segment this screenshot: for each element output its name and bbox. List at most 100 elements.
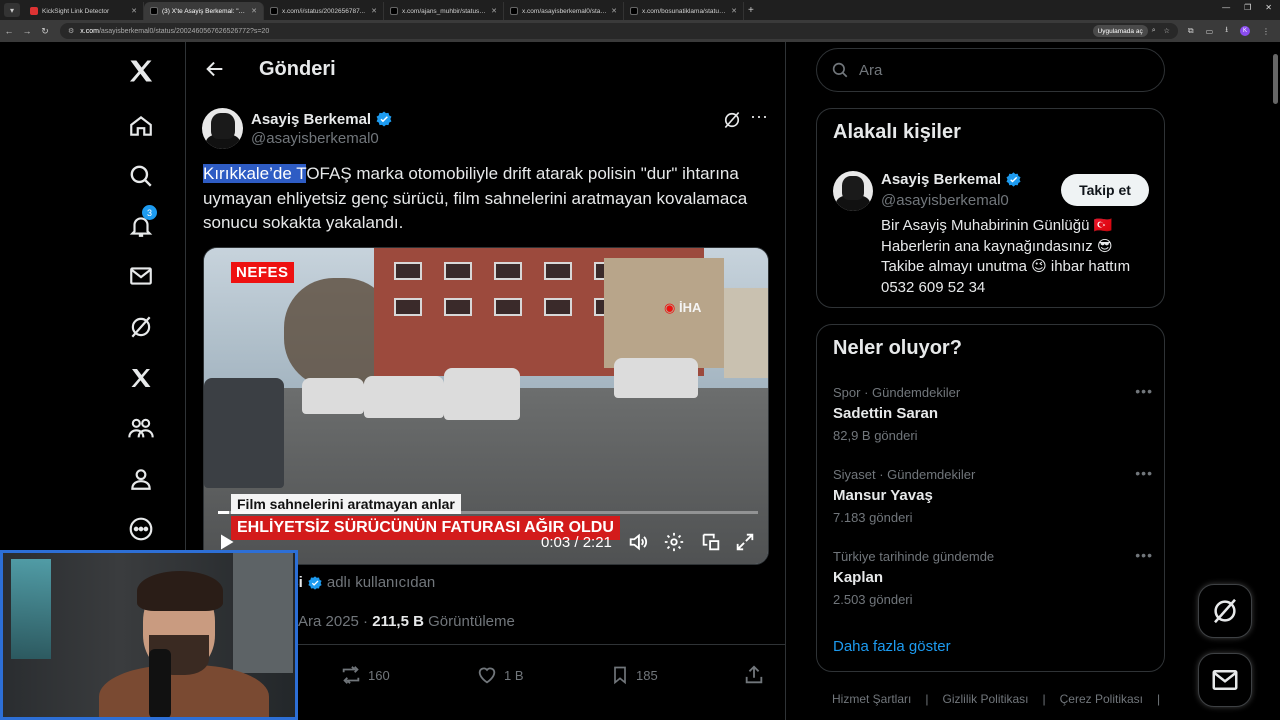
reload-icon[interactable]: ↻: [36, 26, 54, 37]
video-progress-fill: [218, 511, 229, 514]
trend-item[interactable]: Siyaset · Gündemdekiler Mansur Yavaş 7.1…: [833, 465, 1153, 525]
related-handle[interactable]: @asayisberkemal0: [881, 192, 1009, 209]
x-logo-icon[interactable]: [126, 56, 156, 86]
close-window-icon[interactable]: ✕: [1265, 3, 1272, 12]
search-input[interactable]: [859, 61, 1139, 79]
communities-icon[interactable]: [126, 413, 156, 443]
webcam-overlay: [0, 550, 298, 720]
open-in-app-button[interactable]: Uygulamada aç: [1092, 25, 1148, 37]
minimize-icon[interactable]: —: [1222, 3, 1230, 12]
like-button[interactable]: 1 B: [476, 664, 524, 686]
notifications-bell-icon[interactable]: 3: [126, 205, 157, 241]
address-bar[interactable]: ⚙ x.com /asayisberkemal0/status/20024605…: [60, 23, 1178, 39]
zoom-icon[interactable]: ⌕: [1152, 27, 1156, 35]
close-tab-icon[interactable]: ✕: [491, 7, 497, 15]
profile-avatar[interactable]: K: [1240, 26, 1250, 36]
search-bar[interactable]: [816, 48, 1165, 92]
grok-explain-icon[interactable]: [722, 110, 742, 135]
page-title: Gönderi: [259, 58, 336, 80]
tab-search-menu-icon[interactable]: ▾: [4, 3, 20, 17]
fullscreen-icon[interactable]: [734, 531, 756, 558]
bookmark-button[interactable]: 185: [610, 664, 658, 686]
browser-tab-1[interactable]: KickSight Link Detector ✕: [24, 2, 144, 20]
repost-button[interactable]: 160: [340, 664, 390, 686]
new-tab-icon[interactable]: +: [748, 5, 754, 16]
video-frame-car: [444, 368, 520, 420]
trend-more-icon[interactable]: •••: [1135, 383, 1153, 399]
messages-mail-icon[interactable]: [126, 261, 156, 291]
maximize-icon[interactable]: ❐: [1244, 3, 1251, 12]
related-bio: Bir Asayiş Muhabirinin Günlüğü 🇹🇷 Haberl…: [881, 216, 1151, 298]
quoted-source: esi adlı kullanıcıdan: [282, 574, 435, 591]
video-frame-car: [302, 378, 364, 414]
back-arrow-icon[interactable]: [204, 58, 226, 85]
follow-button[interactable]: Takip et: [1061, 174, 1149, 206]
messages-floating-button[interactable]: [1198, 653, 1252, 707]
forward-nav-icon[interactable]: →: [18, 26, 36, 36]
explore-search-icon[interactable]: [126, 161, 156, 191]
trends-card: Neler oluyor? Spor · Gündemdekiler Sadet…: [816, 324, 1165, 672]
footer-cookie-link[interactable]: Çerez Politikası: [1060, 692, 1143, 706]
share-icon: [745, 665, 763, 684]
tab-title: x.com/asayisberkemal0/status/...: [522, 7, 608, 15]
browser-tab-3[interactable]: x.com/i/status/2002656787... ✕: [264, 2, 384, 20]
video-progress-bar[interactable]: [218, 511, 758, 514]
browser-tab-5[interactable]: x.com/asayisberkemal0/status/... ✕: [504, 2, 624, 20]
grok-floating-button[interactable]: [1198, 584, 1252, 638]
verified-badge-icon: [1006, 172, 1021, 187]
trend-more-icon[interactable]: •••: [1135, 547, 1153, 563]
trend-item[interactable]: Türkiye tarihinde gündemde Kaplan 2.503 …: [833, 547, 1153, 607]
close-tab-icon[interactable]: ✕: [731, 7, 737, 15]
video-player[interactable]: NEFES ◉ İHA Film sahnelerini aratmayan a…: [203, 247, 769, 565]
site-info-icon[interactable]: ⚙: [68, 27, 74, 35]
close-tab-icon[interactable]: ✕: [371, 7, 377, 15]
video-frame-building: [724, 288, 768, 378]
page-scrollbar[interactable]: [1272, 46, 1279, 716]
footer-privacy-link[interactable]: Gizlilik Politikası: [942, 692, 1028, 706]
scrollbar-thumb[interactable]: [1273, 54, 1278, 104]
premium-x-icon[interactable]: [126, 363, 156, 393]
trend-more-icon[interactable]: •••: [1135, 465, 1153, 481]
related-people-title: Alakalı kişiler: [833, 121, 961, 143]
browser-tab-4[interactable]: x.com/ajans_muhbir/status/20... ✕: [384, 2, 504, 20]
volume-icon[interactable]: [627, 531, 649, 558]
bookmark-star-icon[interactable]: ☆: [1164, 27, 1170, 35]
settings-gear-icon[interactable]: [663, 531, 685, 558]
picture-in-picture-icon[interactable]: [700, 531, 722, 558]
download-icon[interactable]: ⭳: [1225, 24, 1228, 38]
sidebar-toggle-icon[interactable]: ▭: [1206, 27, 1214, 36]
close-tab-icon[interactable]: ✕: [611, 7, 617, 15]
home-icon[interactable]: [126, 111, 156, 141]
related-name[interactable]: Asayiş Berkemal: [881, 171, 1022, 188]
back-nav-icon[interactable]: ←: [0, 26, 18, 36]
video-frame-car: [364, 376, 444, 418]
related-people-card: Alakalı kişiler Asayiş Berkemal @asayisb…: [816, 108, 1165, 308]
grok-icon[interactable]: [126, 312, 156, 342]
browser-menu-icon[interactable]: ⋮: [1262, 27, 1270, 36]
post-date[interactable]: Ara 2025: [298, 613, 359, 630]
related-avatar[interactable]: [833, 171, 873, 211]
browser-tab-bar: ▾ KickSight Link Detector ✕ (3) X'te Asa…: [0, 0, 1280, 20]
author-handle[interactable]: @asayisberkemal0: [251, 130, 379, 147]
bookmark-icon: [614, 666, 626, 685]
selected-text: Kırıkkale’de T: [203, 164, 307, 183]
author-avatar[interactable]: [202, 108, 243, 149]
trend-topic: Mansur Yavaş: [833, 487, 933, 504]
more-menu-icon[interactable]: ···: [750, 106, 768, 127]
footer-links: Hizmet Şartları | Gizlilik Politikası | Çe…: [832, 692, 1161, 706]
close-tab-icon[interactable]: ✕: [251, 7, 257, 15]
trend-item[interactable]: Spor · Gündemdekiler Sadettin Saran 82,9…: [833, 383, 1153, 443]
footer-terms-link[interactable]: Hizmet Şartları: [832, 692, 911, 706]
more-options-icon[interactable]: [126, 514, 156, 544]
tab-title: x.com/ajans_muhbir/status/20...: [402, 7, 488, 15]
profile-icon[interactable]: [126, 464, 156, 494]
extensions-icon[interactable]: ⧉: [1188, 26, 1194, 36]
agency-name: İHA: [678, 300, 702, 315]
show-more-link[interactable]: Daha fazla göster: [833, 638, 951, 655]
mail-icon: [1212, 670, 1238, 690]
browser-tab-2[interactable]: (3) X'te Asayiş Berkemal: "K... ✕: [144, 2, 264, 20]
author-name[interactable]: Asayiş Berkemal: [251, 110, 393, 128]
browser-tab-6[interactable]: x.com/bosunatiklama/status/2... ✕: [624, 2, 744, 20]
share-button[interactable]: [743, 664, 765, 686]
close-tab-icon[interactable]: ✕: [131, 7, 137, 15]
